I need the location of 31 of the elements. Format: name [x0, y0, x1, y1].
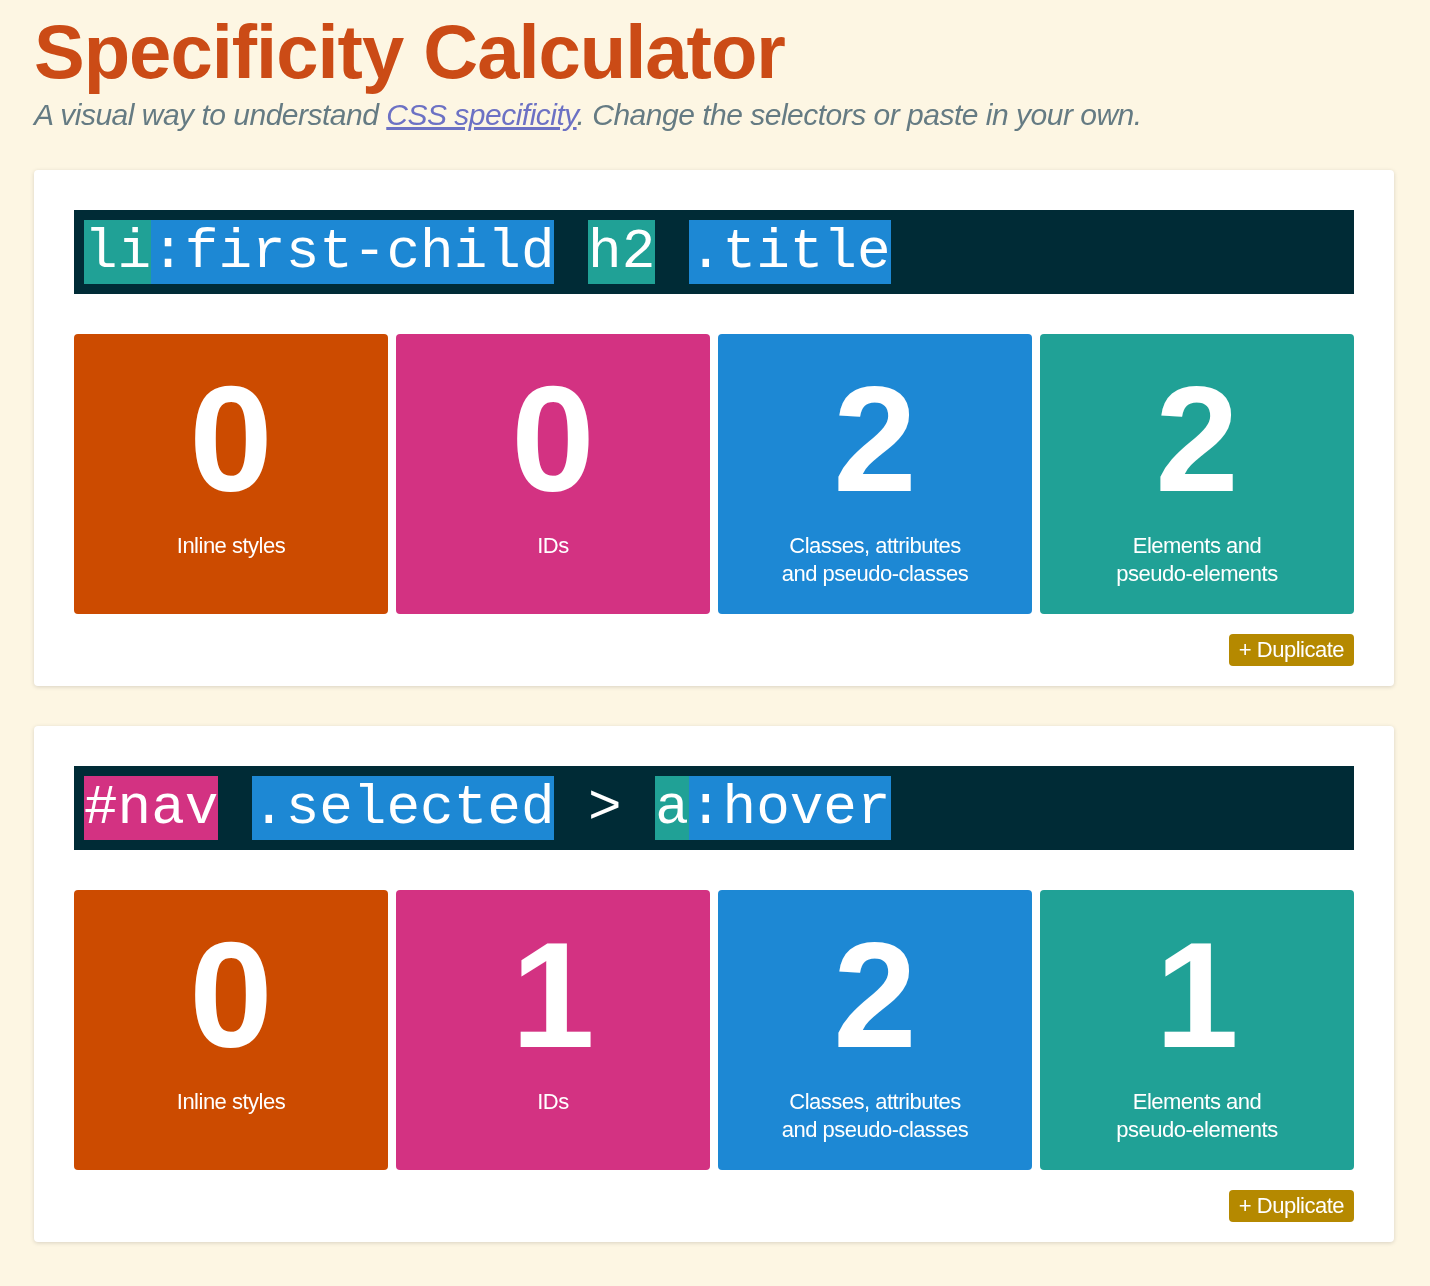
- selector-token: #nav: [84, 776, 219, 840]
- count-label: Classes, attributes and pseudo-classes: [780, 532, 970, 588]
- duplicate-button[interactable]: + Duplicate: [1228, 634, 1354, 666]
- count-value: 2: [1155, 364, 1239, 514]
- count-label: Elements and pseudo-elements: [1115, 1088, 1279, 1144]
- count-label: Inline styles: [176, 532, 286, 560]
- count-value: 0: [511, 364, 595, 514]
- count-value: 2: [833, 364, 917, 514]
- count-value: 0: [189, 920, 273, 1070]
- page-subtitle: A visual way to understand CSS specificity. Change the selectors or paste in your own.: [34, 98, 1143, 132]
- count-label: IDs: [537, 532, 569, 560]
- selector-token: :hover: [688, 776, 891, 840]
- count-label: Elements and pseudo-elements: [1115, 532, 1279, 588]
- count-value: 2: [833, 920, 917, 1070]
- selector-token: a: [655, 776, 689, 840]
- selector-token: .selected: [252, 776, 555, 840]
- count-label: Inline styles: [176, 1088, 286, 1116]
- page-title: Specificity Calculator: [34, 8, 786, 96]
- count-value: 0: [189, 364, 273, 514]
- selector-input[interactable]: #nav .selected > a:hover: [74, 766, 1354, 850]
- selector-token: li: [84, 220, 152, 284]
- duplicate-button[interactable]: + Duplicate: [1228, 1190, 1354, 1222]
- selector-token: .title: [688, 220, 891, 284]
- count-value: 1: [511, 920, 595, 1070]
- selector-token: :first-child: [151, 220, 555, 284]
- css-specificity-link[interactable]: CSS specificity: [386, 98, 577, 131]
- count-label: IDs: [537, 1088, 569, 1116]
- count-label: Classes, attributes and pseudo-classes: [780, 1088, 970, 1144]
- selector-input[interactable]: li:first-child h2 .title: [74, 210, 1354, 294]
- selector-token: h2: [588, 220, 656, 284]
- count-value: 1: [1155, 920, 1239, 1070]
